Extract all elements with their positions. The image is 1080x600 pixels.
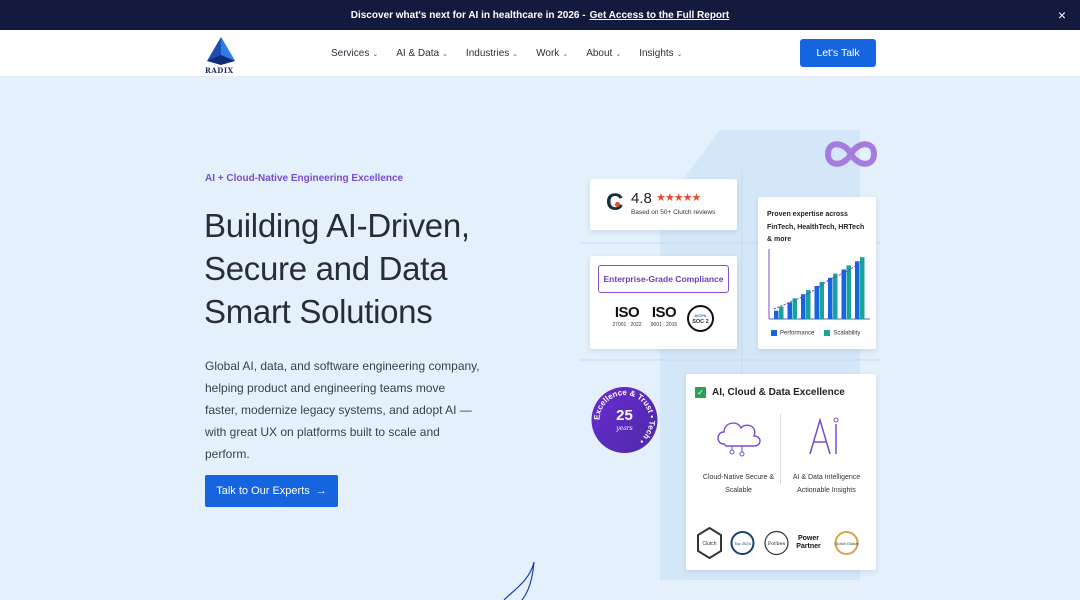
cloud-native-label: Cloud-Native Secure & Scalable [702, 474, 775, 494]
hero-title-line: Building AI-Driven, [204, 207, 470, 244]
expertise-chart-card: Proven expertise across FinTech, HealthT… [758, 197, 876, 349]
iso-mark: ISO [614, 304, 640, 321]
iso-number: 9001 : 2015 [650, 322, 678, 328]
clutch-global-award-icon: Clutch Global [834, 531, 859, 555]
nav-item-services[interactable]: Services ⌄ [331, 48, 378, 59]
excellence-title: AI, Cloud & Data Excellence [712, 387, 845, 398]
compliance-title: Enterprise-Grade Compliance [598, 265, 729, 293]
nav-label: Industries [465, 48, 510, 59]
hero-description: Global AI, data, and software engineerin… [205, 359, 480, 461]
chart-bar [819, 281, 824, 319]
iso-9001-badge: ISO 9001 : 2015 [649, 304, 679, 328]
nav-label: AI & Data [396, 48, 440, 59]
main-nav: Services ⌄ AI & Data ⌄ Industries ⌄ Work… [331, 30, 683, 77]
talk-to-experts-button[interactable]: Talk to Our Experts → [205, 475, 338, 507]
chevron-down-icon: ⌄ [372, 50, 379, 58]
chart-bar [855, 261, 860, 319]
svg-text:Clutch: Clutch [702, 541, 716, 547]
announcement-link[interactable]: Get Access to the Full Report [590, 10, 730, 21]
chart-bar [774, 310, 779, 319]
cloud-icon [717, 422, 761, 457]
chart-bar [833, 273, 838, 319]
nav-item-about[interactable]: About ⌄ [586, 48, 621, 59]
chevron-down-icon: ⌄ [562, 50, 569, 58]
iso-number: 27001 : 2022 [612, 322, 642, 328]
chart-bar [787, 302, 792, 319]
nav-item-work[interactable]: Work ⌄ [536, 48, 568, 59]
hero-title-line: Secure and Data [204, 250, 448, 287]
chart-bar [801, 294, 806, 319]
power-partner-award-icon: Power Partner [796, 535, 821, 550]
chart-bar [841, 269, 846, 319]
growth-chart [768, 249, 870, 320]
iso-mark: ISO [651, 304, 677, 321]
checkbox-icon: ✓ [695, 387, 706, 398]
nav-label: About [586, 48, 613, 59]
nav-item-ai-data[interactable]: AI & Data ⌄ [396, 48, 448, 59]
chart-bar [814, 286, 819, 319]
hero-title: Building AI-Driven, Secure and Data Smar… [204, 204, 504, 333]
site-header: RADIX Services ⌄ AI & Data ⌄ Industries … [0, 30, 1080, 77]
chart-title: Proven expertise across FinTech, HealthT… [767, 211, 865, 243]
ai-data-label: AI & Data Intelligence Actionable Insigh… [792, 474, 861, 494]
clutch-rating-card: C 4.8 ★★★★★ Based on 50+ Clutch reviews [590, 179, 737, 230]
soc-label: SOC 2 [692, 319, 709, 325]
rating-value: 4.8 [631, 190, 652, 207]
chart-bar [792, 298, 797, 319]
chart-bar [779, 306, 784, 319]
chevron-down-icon: ⌄ [512, 50, 519, 58]
decorative-swoosh [503, 561, 535, 600]
clutch-award-icon: Clutch [697, 527, 722, 559]
chevron-down-icon: ⌄ [442, 50, 448, 58]
svg-text:Forbes: Forbes [768, 541, 786, 547]
compliance-card: Enterprise-Grade Compliance ISO 27001 : … [590, 256, 737, 349]
button-label: Talk to Our Experts [216, 485, 310, 497]
nav-label: Services [331, 48, 370, 59]
svg-text:Clutch Global: Clutch Global [834, 541, 858, 546]
chart-legend: Performance Scalability [771, 330, 860, 337]
star-rating-icon: ★★★★★ [656, 192, 701, 204]
chart-bar [846, 265, 851, 319]
nav-item-insights[interactable]: Insights ⌄ [639, 48, 682, 59]
hero-eyebrow: AI + Cloud-Native Engineering Excellence [205, 173, 404, 184]
iso-27001-badge: ISO 27001 : 2022 [612, 304, 642, 328]
badge-number: 25 [616, 407, 633, 424]
chevron-down-icon: ⌄ [676, 50, 683, 58]
clutch-dot [615, 202, 620, 207]
legend-item-scalability: Scalability [824, 330, 860, 337]
announcement-text: Discover what's next for AI in healthcar… [350, 9, 586, 21]
infinity-icon [825, 141, 877, 167]
arrow-right-icon: → [315, 485, 327, 497]
hero-title-line: Smart Solutions [204, 293, 433, 330]
svg-text:Top 2024: Top 2024 [734, 541, 751, 546]
lets-talk-button[interactable]: Let's Talk [800, 39, 876, 67]
nav-label: Work [536, 48, 560, 59]
soc2-badge: AICPA SOC 2 [687, 305, 714, 332]
close-icon[interactable]: × [1058, 7, 1066, 23]
excellence-card: ✓ AI, Cloud & Data Excellence Cloud-Nati… [686, 374, 876, 570]
badge-unit: years [615, 425, 632, 432]
soc-top-label: AICPA [694, 313, 707, 318]
top-2024-award-icon: Top 2024 [730, 531, 755, 555]
nav-item-industries[interactable]: Industries ⌄ [466, 48, 518, 59]
ai-icon [809, 417, 839, 455]
logo-wordmark: RADIX [205, 66, 234, 75]
chart-bar [828, 277, 833, 319]
25-years-badge: Excellence & Trust • Tech • 25 years [591, 387, 658, 453]
legend-item-performance: Performance [771, 330, 814, 337]
nav-label: Insights [639, 48, 674, 59]
chevron-down-icon: ⌄ [615, 50, 622, 58]
forbes-award-icon: Forbes [764, 530, 789, 556]
announcement-bar: Discover what's next for AI in healthcar… [0, 0, 1080, 30]
rating-subtitle: Based on 50+ Clutch reviews [631, 209, 716, 216]
chart-bar [860, 257, 865, 319]
